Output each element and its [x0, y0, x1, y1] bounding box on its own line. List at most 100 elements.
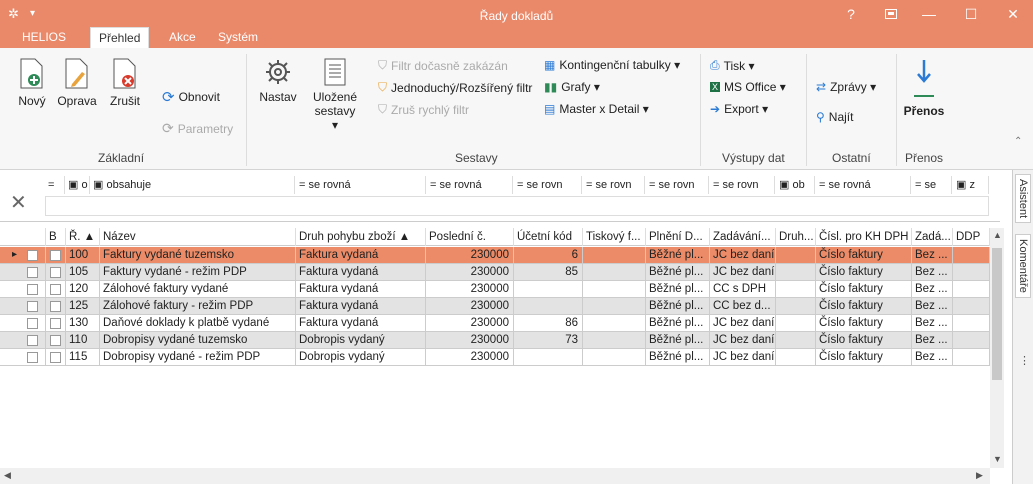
cell-druh2[interactable]	[776, 264, 816, 281]
cell-kh[interactable]: Číslo faktury	[816, 264, 912, 281]
cell-b[interactable]	[46, 298, 66, 315]
row-selector[interactable]	[0, 332, 46, 349]
cell-r[interactable]: 100	[66, 247, 100, 264]
row-checkbox[interactable]	[27, 335, 38, 346]
col-header-zadavani[interactable]: Zadávání...	[710, 228, 776, 246]
new-button[interactable]: Nový	[14, 58, 50, 108]
cell-r[interactable]: 130	[66, 315, 100, 332]
messages-button[interactable]: ⇄ Zprávy ▾	[816, 80, 876, 94]
cell-druh[interactable]: Faktura vydaná	[296, 315, 426, 332]
b-checkbox[interactable]	[50, 335, 61, 346]
row-selector[interactable]	[0, 264, 46, 281]
cell-b[interactable]	[46, 247, 66, 264]
filter-operator-posledni[interactable]: = se rovná	[427, 176, 513, 194]
cell-ddp[interactable]	[953, 247, 990, 264]
row-selector[interactable]	[0, 281, 46, 298]
col-header-druh2[interactable]: Druh...	[776, 228, 816, 246]
tab-helios[interactable]: HELIOS	[14, 27, 74, 48]
cell-r[interactable]: 110	[66, 332, 100, 349]
col-header-posledni[interactable]: Poslední č.	[426, 228, 514, 246]
cancel-button[interactable]: Zrušit	[106, 58, 144, 108]
cell-posledni[interactable]: 230000	[426, 247, 514, 264]
col-header-b[interactable]: B	[46, 228, 66, 246]
cell-plneni[interactable]: Běžné pl...	[646, 247, 710, 264]
filter-operator-zada[interactable]: = se	[912, 176, 952, 194]
filter-operator-zadavani[interactable]: = se rovn	[710, 176, 775, 194]
cell-tisk[interactable]	[583, 281, 646, 298]
close-button[interactable]: ✕	[998, 4, 1028, 24]
b-checkbox[interactable]	[50, 352, 61, 363]
cell-kh[interactable]: Číslo faktury	[816, 298, 912, 315]
row-checkbox[interactable]	[27, 267, 38, 278]
vertical-scrollbar[interactable]: ▲ ▼	[990, 228, 1004, 468]
cell-plneni[interactable]: Běžné pl...	[646, 315, 710, 332]
cell-druh[interactable]: Dobropis vydaný	[296, 332, 426, 349]
refresh-button[interactable]: ⟳ Obnovit	[162, 88, 220, 106]
filter-disabled-button[interactable]: ⛉ Filtr dočasně zakázán	[378, 58, 508, 73]
collapse-ribbon-icon[interactable]: ⌃	[1014, 136, 1022, 147]
simple-advanced-filter-button[interactable]: ⛉ Jednoduchý/Rozšířený filtr	[378, 80, 532, 95]
cell-zada[interactable]: Bez ...	[912, 264, 953, 281]
cell-kh[interactable]: Číslo faktury	[816, 247, 912, 264]
cell-r[interactable]: 120	[66, 281, 100, 298]
maximize-button[interactable]: ☐	[956, 4, 986, 24]
cell-ucetni[interactable]	[514, 298, 583, 315]
cell-tisk[interactable]	[583, 349, 646, 366]
cell-druh2[interactable]	[776, 281, 816, 298]
filter-operator-tisk[interactable]: = se rovn	[583, 176, 645, 194]
more-options-icon[interactable]: ⋮	[1019, 354, 1030, 367]
filter-operator-r[interactable]: ▣ o	[65, 176, 90, 194]
table-row[interactable]: 120 Zálohové faktury vydané Faktura vydaná…	[0, 281, 990, 298]
row-checkbox[interactable]	[27, 318, 38, 329]
cell-druh[interactable]: Faktura vydaná	[296, 298, 426, 315]
cell-ddp[interactable]	[953, 281, 990, 298]
cell-druh[interactable]: Faktura vydaná	[296, 264, 426, 281]
cell-plneni[interactable]: Běžné pl...	[646, 332, 710, 349]
scroll-up-icon[interactable]: ▲	[993, 230, 1002, 240]
setup-button[interactable]: Nastav	[258, 58, 298, 104]
cell-b[interactable]	[46, 264, 66, 281]
cell-ddp[interactable]	[953, 332, 990, 349]
tab-system[interactable]: Systém	[210, 27, 266, 48]
row-checkbox[interactable]	[27, 284, 38, 295]
cell-druh2[interactable]	[776, 298, 816, 315]
ribbon-display-icon[interactable]	[876, 4, 906, 24]
help-button[interactable]: ?	[836, 4, 866, 24]
cell-plneni[interactable]: Běžné pl...	[646, 281, 710, 298]
b-checkbox[interactable]	[50, 267, 61, 278]
cell-druh2[interactable]	[776, 247, 816, 264]
cell-nazev[interactable]: Zálohové faktury vydané	[100, 281, 296, 298]
cell-nazev[interactable]: Dobropisy vydané - režim PDP	[100, 349, 296, 366]
vertical-scroll-thumb[interactable]	[992, 248, 1002, 380]
cell-r[interactable]: 125	[66, 298, 100, 315]
cell-r[interactable]: 105	[66, 264, 100, 281]
cell-tisk[interactable]	[583, 264, 646, 281]
cell-kh[interactable]: Číslo faktury	[816, 349, 912, 366]
cell-zada[interactable]: Bez ...	[912, 315, 953, 332]
filter-operator-ucetni[interactable]: = se rovn	[514, 176, 582, 194]
cell-zadavani[interactable]: JC bez daní	[710, 349, 776, 366]
table-row[interactable]: 130 Daňové doklady k platbě vydané Faktura…	[0, 315, 990, 332]
tab-komentare[interactable]: Komentáře	[1015, 234, 1031, 298]
col-header-nazev[interactable]: Název	[100, 228, 296, 246]
cell-zada[interactable]: Bez ...	[912, 247, 953, 264]
horizontal-scrollbar[interactable]: ◀ ▶	[0, 468, 990, 484]
cell-zadavani[interactable]: CC s DPH	[710, 281, 776, 298]
cell-zadavani[interactable]: JC bez daní	[710, 247, 776, 264]
cell-b[interactable]	[46, 315, 66, 332]
cell-r[interactable]: 115	[66, 349, 100, 366]
tab-prehled[interactable]: Přehled	[90, 27, 150, 48]
cell-druh[interactable]: Dobropis vydaný	[296, 349, 426, 366]
cell-ucetni[interactable]	[514, 349, 583, 366]
cell-tisk[interactable]	[583, 315, 646, 332]
cell-b[interactable]	[46, 349, 66, 366]
filter-operator-druh[interactable]: = se rovná	[296, 176, 426, 194]
cell-ucetni[interactable]: 73	[514, 332, 583, 349]
row-checkbox[interactable]	[27, 352, 38, 363]
cell-zada[interactable]: Bez ...	[912, 298, 953, 315]
filter-input-row[interactable]	[45, 196, 989, 216]
parameters-button[interactable]: ⟳ Parametry	[162, 120, 233, 137]
cell-nazev[interactable]: Daňové doklady k platbě vydané	[100, 315, 296, 332]
row-checkbox[interactable]	[27, 301, 38, 312]
row-selector[interactable]	[0, 315, 46, 332]
